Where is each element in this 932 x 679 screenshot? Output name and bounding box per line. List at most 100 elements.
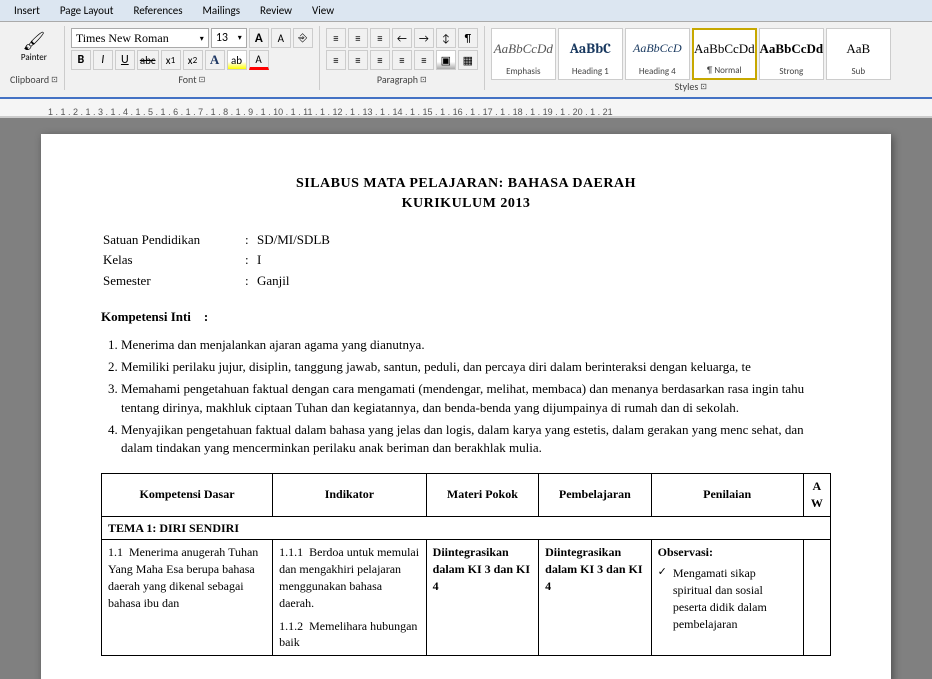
subscript-button[interactable]: x1 — [161, 50, 181, 70]
col-header-pembelajaran: Pembelajaran — [539, 474, 651, 517]
meta-row-satuan: Satuan Pendidikan : SD/MI/SDLB — [103, 231, 330, 249]
styles-expand-icon[interactable]: ⊡ — [700, 82, 707, 92]
ki-item-4: Menyajikan pengetahuan faktual dalam bah… — [121, 421, 831, 457]
style-strong-label: Strong — [779, 66, 803, 77]
numbering-button[interactable]: ≡ — [348, 28, 368, 48]
aw-cell — [803, 540, 830, 656]
tab-page-layout[interactable]: Page Layout — [50, 2, 124, 19]
bold-button[interactable]: B — [71, 50, 91, 70]
show-marks-button[interactable]: ¶ — [458, 28, 478, 48]
style-emphasis[interactable]: AaBbCcDd Emphasis — [491, 28, 556, 80]
style-heading1-preview: AaBbC — [561, 31, 620, 66]
superscript-button[interactable]: x2 — [183, 50, 203, 70]
underline-button[interactable]: U — [115, 50, 135, 70]
styles-content: AaBbCcDd Emphasis AaBbC Heading 1 AaBbCc… — [491, 28, 891, 80]
penilaian-cell: Observasi: ✓ Mengamati sikap spiritual d… — [651, 540, 803, 656]
style-normal-label: ¶ Normal — [707, 65, 742, 76]
clear-format-button[interactable]: ⎆ — [293, 28, 313, 48]
font-grow-button[interactable]: A — [249, 28, 269, 48]
paragraph-row1: ≡ ≡ ≡ ← → ↕ ¶ — [326, 28, 478, 48]
meta-label-satuan: Satuan Pendidikan — [103, 231, 243, 249]
title-line2: KURIKULUM 2013 — [101, 194, 831, 214]
style-heading4-label: Heading 4 — [639, 66, 676, 77]
indicator-2-num: 1.1.2 — [279, 619, 303, 633]
document-title: SILABUS MATA PELAJARAN: BAHASA DAERAH KU… — [101, 174, 831, 213]
font-shrink-button[interactable]: A — [271, 28, 291, 48]
style-strong-preview: AaBbCcDd — [762, 31, 821, 66]
title-line1: SILABUS MATA PELAJARAN: BAHASA DAERAH — [101, 174, 831, 194]
line-spacing-button[interactable]: ≡ — [414, 50, 434, 70]
multilevel-button[interactable]: ≡ — [370, 28, 390, 48]
clipboard-group: 🖌 Painter Clipboard ⊡ — [4, 26, 65, 90]
paragraph-content: ≡ ≡ ≡ ← → ↕ ¶ ≡ ≡ ≡ ≡ ≡ ▣ ▦ — [326, 28, 478, 70]
ruler: 1 . 1 . 2 . 1 . 3 . 1 . 4 . 1 . 5 . 1 . … — [0, 99, 932, 117]
font-size-selector[interactable]: 13 ▾ — [211, 28, 247, 48]
clipboard-expand-icon[interactable]: ⊡ — [51, 75, 58, 85]
tema-label: TEMA 1: DIRI SENDIRI — [102, 516, 831, 540]
increase-indent-button[interactable]: → — [414, 28, 434, 48]
tab-references[interactable]: References — [123, 2, 192, 19]
style-normal[interactable]: AaBbCcDd ¶ Normal — [692, 28, 757, 80]
clipboard-label[interactable]: Clipboard ⊡ — [10, 73, 58, 86]
page: SILABUS MATA PELAJARAN: BAHASA DAERAH KU… — [41, 134, 891, 679]
meta-colon-semester: : — [245, 272, 255, 290]
materi-text: Diintegrasikan dalam KI 3 dan KI 4 — [433, 545, 530, 593]
font-color-button[interactable]: A — [249, 50, 269, 70]
painter-label: Painter — [21, 52, 47, 63]
shading-button[interactable]: ▣ — [436, 50, 456, 70]
painter-icon: 🖌 — [22, 30, 45, 52]
tab-view[interactable]: View — [302, 2, 344, 19]
border-button[interactable]: ▦ — [458, 50, 478, 70]
paragraph-label[interactable]: Paragraph ⊡ — [377, 73, 427, 86]
italic-button[interactable]: I — [93, 50, 113, 70]
meta-value-kelas: I — [257, 251, 330, 269]
style-heading1[interactable]: AaBbC Heading 1 — [558, 28, 623, 80]
font-content: Times New Roman ▾ 13 ▾ A A ⎆ B I U — [71, 28, 313, 70]
penilaian-item: ✓ Mengamati sikap spiritual dan sosial p… — [658, 565, 797, 632]
tab-review[interactable]: Review — [250, 2, 302, 19]
font-label[interactable]: Font ⊡ — [178, 73, 205, 86]
style-heading4[interactable]: AaBbCcD Heading 4 — [625, 28, 690, 80]
clipboard-content: 🖌 Painter — [12, 28, 56, 65]
styles-label[interactable]: Styles ⊡ — [675, 80, 707, 93]
style-heading1-label: Heading 1 — [572, 66, 609, 77]
ribbon: Insert Page Layout References Mailings R… — [0, 0, 932, 118]
tab-mailings[interactable]: Mailings — [193, 2, 251, 19]
styles-list: AaBbCcDd Emphasis AaBbC Heading 1 AaBbCc… — [491, 28, 891, 80]
kd-cell: 1.1 Menerima anugerah Tuhan Yang Maha Es… — [102, 540, 273, 656]
align-justify-button[interactable]: ≡ — [392, 50, 412, 70]
align-center-button[interactable]: ≡ — [348, 50, 368, 70]
strikethrough-button[interactable]: abc — [137, 50, 159, 70]
decrease-indent-button[interactable]: ← — [392, 28, 412, 48]
font-name-value: Times New Roman — [76, 31, 169, 46]
align-left-button[interactable]: ≡ — [326, 50, 346, 70]
meta-value-semester: Ganjil — [257, 272, 330, 290]
font-size-dropdown-icon[interactable]: ▾ — [238, 33, 242, 43]
content-table: Kompetensi Dasar Indikator Materi Pokok … — [101, 473, 831, 656]
align-right-button[interactable]: ≡ — [370, 50, 390, 70]
sort-button[interactable]: ↕ — [436, 28, 456, 48]
bullets-button[interactable]: ≡ — [326, 28, 346, 48]
style-strong[interactable]: AaBbCcDd Strong — [759, 28, 824, 80]
ki-list: Menerima dan menjalankan ajaran agama ya… — [121, 336, 831, 457]
font-expand-icon[interactable]: ⊡ — [199, 75, 206, 85]
format-painter-button[interactable]: 🖌 Painter — [12, 28, 56, 65]
font-name-dropdown-icon[interactable]: ▾ — [200, 34, 204, 43]
font-name-selector[interactable]: Times New Roman ▾ — [71, 28, 209, 48]
style-heading4-preview: AaBbCcD — [628, 31, 687, 66]
tab-insert[interactable]: Insert — [4, 2, 50, 19]
text-effects-button[interactable]: A — [205, 50, 225, 70]
materi-cell: Diintegrasikan dalam KI 3 dan KI 4 — [426, 540, 538, 656]
meta-label-semester: Semester — [103, 272, 243, 290]
style-emphasis-label: Emphasis — [506, 66, 540, 77]
col-header-kd: Kompetensi Dasar — [102, 474, 273, 517]
highlight-button[interactable]: ab — [227, 50, 247, 70]
pembelajaran-text: Diintegrasikan dalam KI 3 dan KI 4 — [545, 545, 642, 593]
penilaian-item-text: Mengamati sikap spiritual dan sosial pes… — [673, 565, 797, 632]
meta-label-kelas: Kelas — [103, 251, 243, 269]
kompetensi-inti-label: Kompetensi Inti — [101, 309, 191, 324]
style-subtitle[interactable]: AaB Sub — [826, 28, 891, 80]
paragraph-expand-icon[interactable]: ⊡ — [420, 75, 427, 85]
ki-item-1: Menerima dan menjalankan ajaran agama ya… — [121, 336, 831, 354]
style-subtitle-label: Sub — [852, 66, 866, 77]
